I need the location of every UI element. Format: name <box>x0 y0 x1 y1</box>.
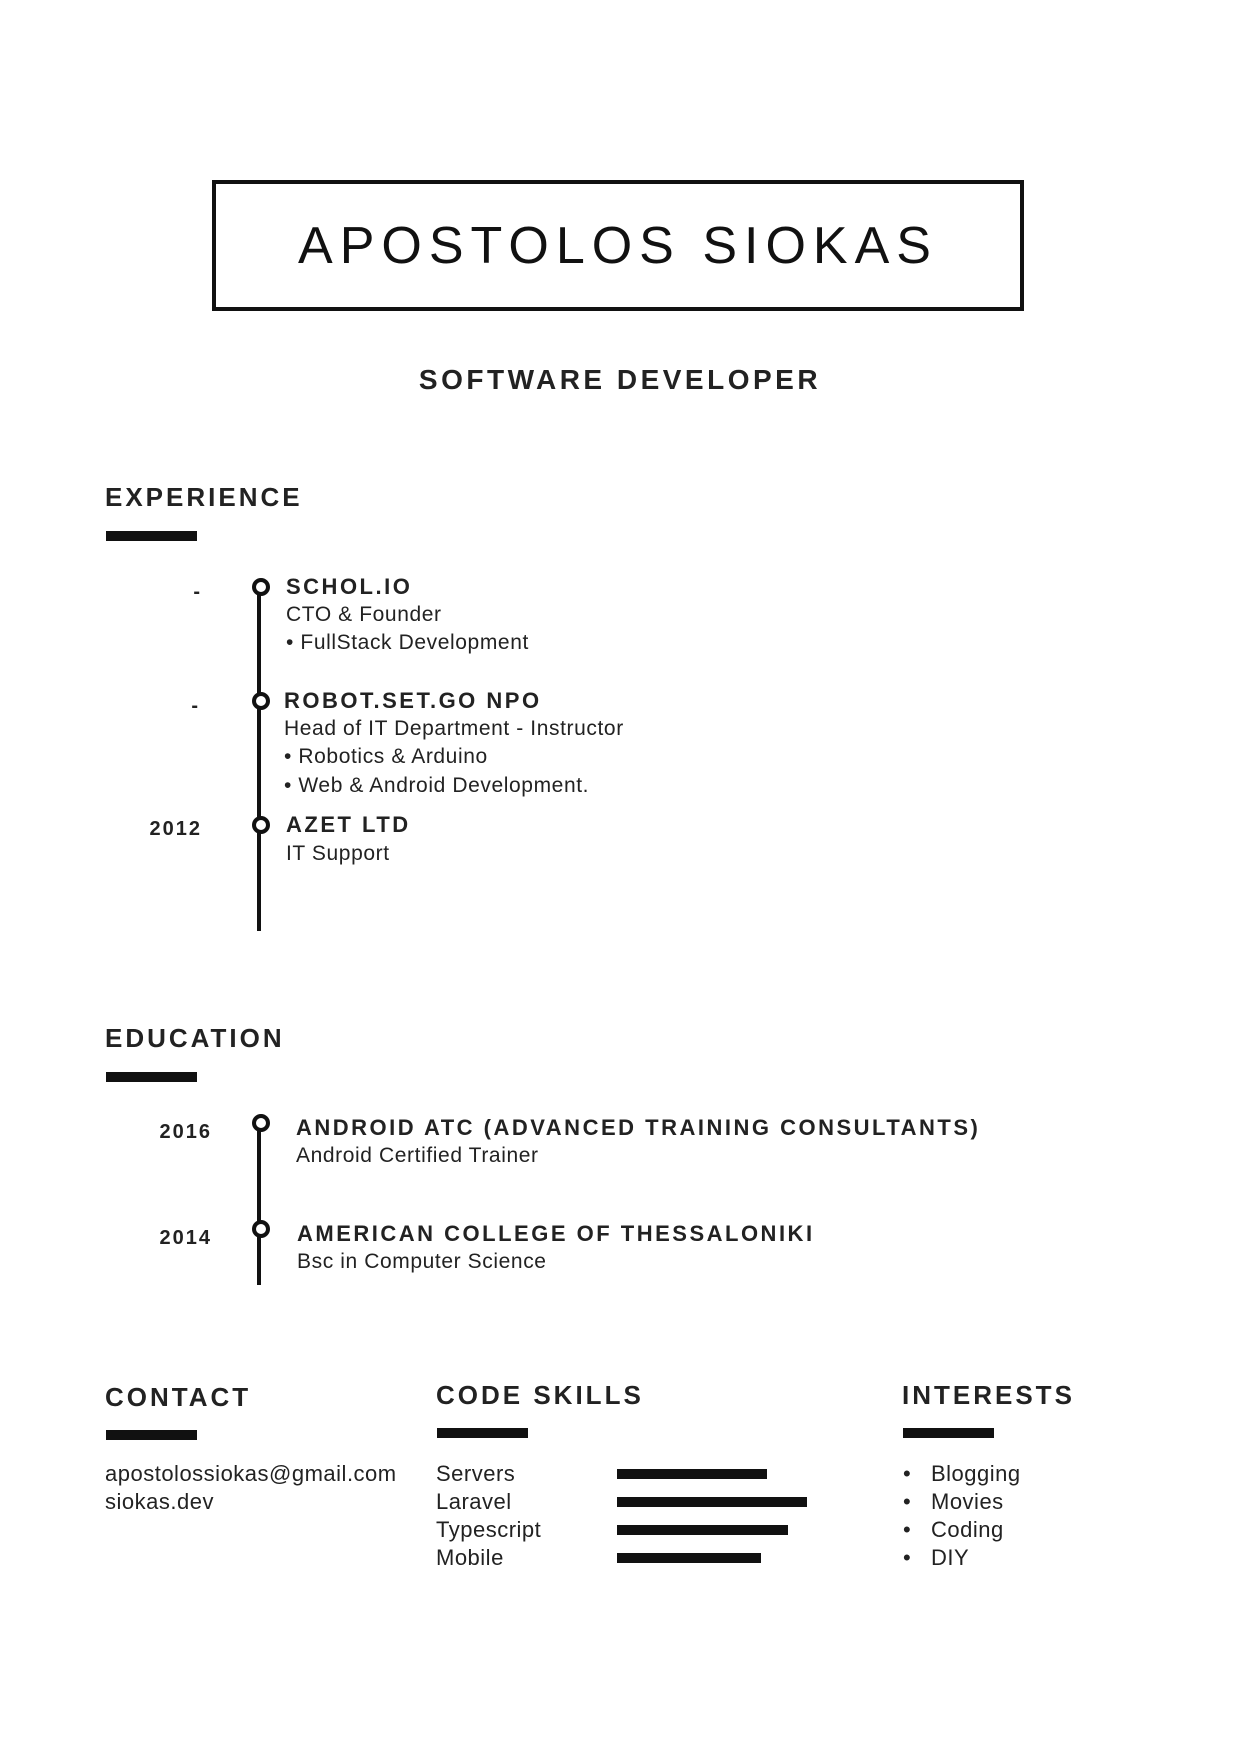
education-heading: EDUCATION <box>105 1023 285 1053</box>
skill-level-bar <box>617 1469 767 1479</box>
education-date: 2016 <box>159 1121 212 1143</box>
interest-item: • Movies <box>903 1489 1004 1514</box>
contact-website[interactable]: siokas.dev <box>105 1488 214 1516</box>
bullet-icon: • <box>903 1545 912 1570</box>
interests-heading-bar <box>903 1428 994 1438</box>
education-heading-bar <box>106 1072 197 1082</box>
timeline-dot <box>252 578 270 596</box>
education-org: ANDROID ATC (ADVANCED TRAINING CONSULTAN… <box>296 1115 981 1140</box>
education-line: Bsc in Computer Science <box>297 1250 547 1273</box>
education-line: Android Certified Trainer <box>296 1144 539 1167</box>
skill-name: Laravel <box>436 1489 512 1514</box>
name-box: APOSTOLOS SIOKAS <box>212 180 1024 311</box>
code-skills-heading-bar <box>437 1428 528 1438</box>
experience-date: 2012 <box>149 818 202 840</box>
timeline-dot <box>252 1220 270 1238</box>
contact-email[interactable]: apostolossiokas@gmail.com <box>105 1460 397 1488</box>
contact-heading-bar <box>106 1430 197 1440</box>
timeline-dot <box>252 692 270 710</box>
experience-line: Head of IT Department - Instructor <box>284 717 624 740</box>
bullet-icon: • <box>903 1461 912 1486</box>
skill-name: Typescript <box>436 1517 542 1542</box>
code-skills-heading: CODE SKILLS <box>436 1380 644 1410</box>
experience-line: • Robotics & Arduino <box>284 745 488 768</box>
experience-line: IT Support <box>286 842 390 865</box>
skill-level-bar <box>617 1497 807 1507</box>
experience-heading-bar <box>106 531 197 541</box>
experience-line: CTO & Founder <box>286 603 442 626</box>
candidate-name: APOSTOLOS SIOKAS <box>298 216 938 275</box>
timeline-dot <box>252 816 270 834</box>
experience-timeline-line <box>257 586 261 931</box>
job-title: SOFTWARE DEVELOPER <box>418 364 822 395</box>
skill-level-bar <box>617 1553 761 1563</box>
experience-org: AZET LTD <box>286 812 411 837</box>
interests-heading: INTERESTS <box>902 1380 1075 1410</box>
experience-date: - <box>193 581 202 603</box>
education-date: 2014 <box>159 1227 212 1249</box>
education-org: AMERICAN COLLEGE OF THESSALONIKI <box>297 1221 815 1246</box>
experience-heading: EXPERIENCE <box>105 482 303 512</box>
skill-level-bar <box>617 1525 788 1535</box>
experience-org: SCHOL.IO <box>286 574 413 599</box>
experience-line: • Web & Android Development. <box>284 774 590 797</box>
bullet-icon: • <box>903 1517 912 1542</box>
skill-name: Servers <box>436 1461 516 1486</box>
interest-item: • Coding <box>903 1517 1004 1542</box>
experience-date: - <box>191 695 200 717</box>
interest-item: • Blogging <box>903 1461 1021 1486</box>
interest-item: • DIY <box>903 1545 970 1570</box>
timeline-dot <box>252 1114 270 1132</box>
bullet-icon: • <box>903 1489 912 1514</box>
experience-line: • FullStack Development <box>286 631 529 654</box>
education-timeline-line <box>257 1120 261 1285</box>
skill-name: Mobile <box>436 1545 504 1570</box>
contact-heading: CONTACT <box>105 1382 252 1412</box>
experience-org: ROBOT.SET.GO NPO <box>284 688 542 713</box>
